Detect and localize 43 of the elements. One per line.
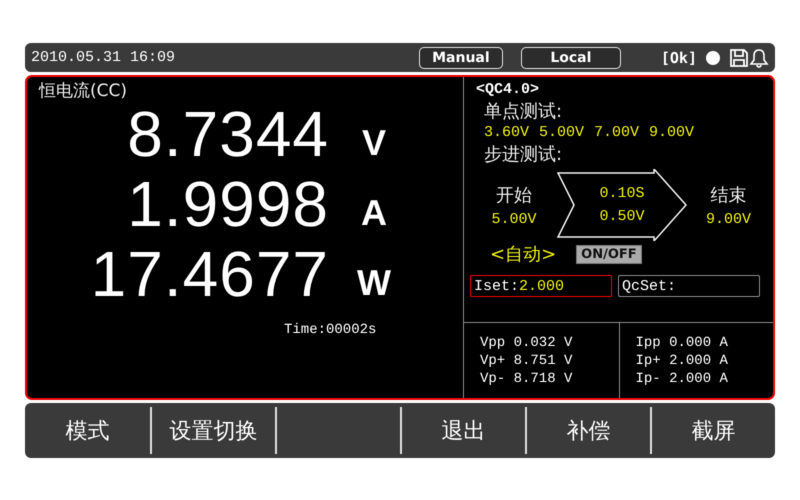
peak-reading: Vp+ 8.751 V	[480, 352, 574, 370]
reading-unit: W	[357, 262, 391, 304]
peak-reading: Ip- 2.000 A	[636, 370, 729, 388]
setting-field[interactable]: Iset:2.000	[470, 275, 612, 297]
softkey[interactable]: 设置切换	[150, 407, 275, 454]
qc-title: <QC4.0>	[476, 81, 540, 98]
reading-value: 8.7344	[127, 102, 329, 166]
section-label: 单点测试:	[484, 100, 564, 123]
mode-button[interactable]: Manual	[418, 46, 503, 68]
on-off-button[interactable]: ON/OFF	[576, 244, 642, 264]
elapsed-time: Time:00002s	[284, 322, 376, 338]
softkey[interactable]: 补偿	[525, 407, 650, 454]
end-label: 结束	[710, 184, 746, 206]
datetime: 2010.05.31 16:09	[31, 49, 176, 66]
reading-value: 1.9998	[127, 172, 329, 236]
save-icon	[729, 48, 749, 68]
step-time: 0.10S	[599, 185, 644, 202]
test-voltage: 9.00V	[649, 124, 694, 141]
section-label: 步进测试:	[484, 143, 564, 166]
start-label: 开始	[496, 184, 532, 206]
bell-icon	[749, 48, 769, 68]
test-voltage: 3.60V	[484, 124, 530, 141]
end-voltage: 9.00V	[706, 210, 751, 228]
test-voltage: 7.00V	[594, 124, 640, 141]
start-voltage: 5.00V	[491, 210, 536, 228]
setting-field[interactable]: QcSet:	[618, 275, 760, 297]
reading-unit: V	[362, 122, 386, 164]
reading-unit: A	[361, 192, 387, 234]
status-dot-icon	[705, 50, 721, 66]
peak-reading: Ip+ 2.000 A	[636, 352, 729, 370]
peak-reading: Vp- 8.718 V	[480, 370, 574, 388]
step-voltage: 0.50V	[599, 208, 644, 225]
mode-label: 恒电流(CC)	[39, 80, 128, 102]
reading-value: 17.4677	[90, 242, 329, 306]
peak-reading: Ipp 0.000 A	[636, 334, 729, 352]
peak-reading: Vpp 0.032 V	[480, 334, 574, 352]
softkey[interactable]: 退出	[400, 407, 525, 454]
softkey[interactable]: 模式	[25, 407, 150, 454]
auto-label: <自动>	[490, 243, 556, 266]
status-text: [Ok]	[660, 48, 697, 66]
test-voltage: 5.00V	[539, 124, 584, 141]
mode-button[interactable]: Local	[520, 46, 621, 68]
softkey[interactable]: 截屏	[650, 407, 775, 454]
